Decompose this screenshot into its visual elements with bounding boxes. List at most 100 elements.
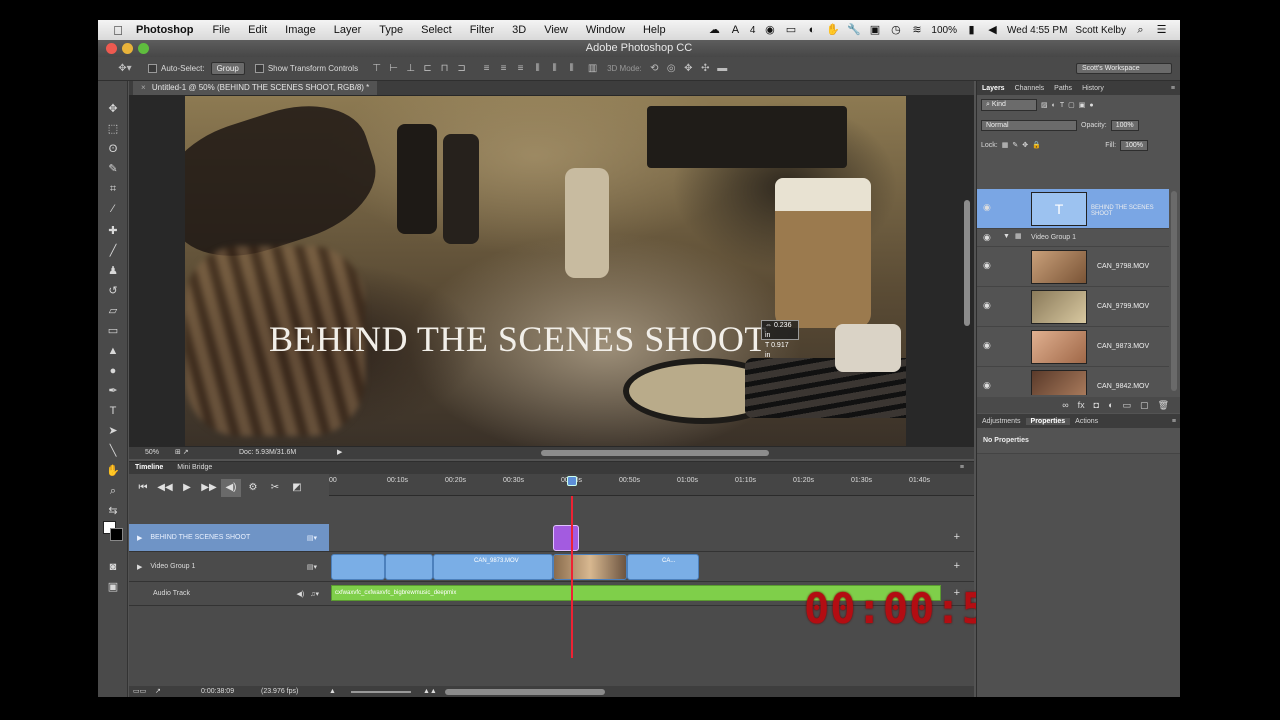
current-time[interactable]: 0:00:38:09 bbox=[201, 686, 234, 697]
timeline-horizontal-scrollbar[interactable] bbox=[445, 689, 605, 695]
volume-icon[interactable]: ◀ bbox=[986, 24, 999, 36]
color-wheel-icon[interactable]: ◐ bbox=[805, 24, 818, 36]
layer-style-icon[interactable]: fx bbox=[1078, 400, 1085, 410]
video-clip-4[interactable] bbox=[553, 554, 627, 580]
wifi-icon[interactable]: ≋ bbox=[910, 24, 923, 36]
zoom-tool-icon[interactable]: ⌕ bbox=[104, 483, 122, 499]
spotlight-search-icon[interactable]: ⌕ bbox=[1134, 24, 1147, 36]
mute-audio-icon[interactable]: ◀) bbox=[221, 479, 241, 497]
track-header-video-group[interactable]: ▶ Video Group 1 ▤▾ bbox=[129, 552, 329, 582]
menu-image[interactable]: Image bbox=[285, 24, 316, 36]
history-brush-tool-icon[interactable]: ↺ bbox=[104, 283, 122, 299]
close-document-icon[interactable]: × bbox=[141, 83, 146, 92]
apple-icon[interactable]:  bbox=[106, 23, 130, 38]
canvas-horizontal-scrollbar[interactable] bbox=[541, 450, 769, 456]
app-menu[interactable]: Photoshop bbox=[136, 24, 193, 36]
visibility-eye-icon[interactable]: ◉ bbox=[983, 260, 991, 271]
lasso-tool-icon[interactable]: ʘ bbox=[104, 141, 122, 157]
new-group-icon[interactable]: ▭ bbox=[1123, 400, 1132, 411]
blend-mode-dropdown[interactable]: Normal bbox=[981, 119, 1077, 131]
auto-align-icon[interactable]: ▥ bbox=[586, 63, 599, 75]
lock-all-icon[interactable]: 🔒 bbox=[1032, 141, 1041, 149]
marquee-tool-icon[interactable]: ⬚ bbox=[104, 121, 122, 137]
new-adjustment-icon[interactable]: ◐ bbox=[1108, 400, 1113, 410]
blur-tool-icon[interactable]: ▲ bbox=[104, 343, 122, 359]
align-hcenter-icon[interactable]: ⊓ bbox=[438, 63, 451, 75]
3d-rotate-icon[interactable]: ⟲ bbox=[648, 63, 661, 75]
distribute-bottom-icon[interactable]: ≡ bbox=[514, 63, 527, 75]
3d-slide-icon[interactable]: ✣ bbox=[699, 63, 712, 75]
status-icons[interactable]: ⊞ ↗ bbox=[175, 447, 189, 459]
visibility-eye-icon[interactable]: ◉ bbox=[983, 202, 991, 213]
wrench-icon[interactable]: 🔧 bbox=[847, 24, 861, 36]
airplay-icon[interactable]: ▣ bbox=[868, 24, 881, 36]
eraser-tool-icon[interactable]: ▱ bbox=[104, 303, 122, 319]
move-tool-icon[interactable]: ✥ bbox=[104, 101, 122, 117]
screen-mode-icon[interactable]: ▣ bbox=[104, 579, 122, 595]
workspace-dropdown[interactable]: Scott's Workspace bbox=[1076, 63, 1172, 74]
hand-tool-icon[interactable]: ✋ bbox=[104, 463, 122, 479]
align-vcenter-icon[interactable]: ⊢ bbox=[387, 63, 400, 75]
playhead-line[interactable] bbox=[571, 496, 573, 658]
document-image[interactable]: BEHIND THE SCENES SHOOT ⇔ 0.236 in T 0.9… bbox=[185, 96, 906, 446]
tab-channels[interactable]: Channels bbox=[1010, 85, 1050, 92]
menu-layer[interactable]: Layer bbox=[334, 24, 362, 36]
clone-stamp-tool-icon[interactable]: ♟ bbox=[104, 263, 122, 279]
tab-timeline[interactable]: Timeline bbox=[129, 464, 169, 471]
distribute-left-icon[interactable]: ⦀ bbox=[531, 63, 544, 75]
render-video-icon[interactable]: ▭▭ bbox=[133, 686, 146, 697]
filter-pixel-icon[interactable]: ▨ bbox=[1041, 101, 1048, 109]
menu-type[interactable]: Type bbox=[379, 24, 403, 36]
type-tool-icon[interactable]: T bbox=[104, 403, 122, 419]
video-clip-5[interactable]: CA... bbox=[627, 554, 699, 580]
menu-edit[interactable]: Edit bbox=[248, 24, 267, 36]
visibility-eye-icon[interactable]: ◉ bbox=[983, 232, 991, 243]
distribute-vcenter-icon[interactable]: ≡ bbox=[497, 63, 510, 75]
brush-tool-icon[interactable]: ╱ bbox=[104, 243, 122, 259]
status-menu-arrow-icon[interactable]: ▶ bbox=[337, 447, 342, 459]
layers-panel-menu-icon[interactable]: ≡ bbox=[1166, 85, 1180, 92]
distribute-right-icon[interactable]: ⦀ bbox=[565, 63, 578, 75]
background-color-swatch[interactable] bbox=[110, 528, 123, 541]
link-layers-icon[interactable]: ∞ bbox=[1062, 400, 1068, 410]
screen-icon[interactable]: ▭ bbox=[784, 24, 797, 36]
filter-toggle-icon[interactable]: ● bbox=[1089, 102, 1093, 109]
tab-layers[interactable]: Layers bbox=[977, 85, 1010, 92]
clock-icon[interactable]: ◷ bbox=[889, 24, 902, 36]
visibility-eye-icon[interactable]: ◉ bbox=[983, 380, 991, 391]
menu-3d[interactable]: 3D bbox=[512, 24, 526, 36]
add-mask-icon[interactable]: ◘ bbox=[1094, 400, 1099, 410]
zoom-level[interactable]: 50% bbox=[145, 447, 159, 459]
expand-track-icon[interactable]: ▶ bbox=[137, 534, 142, 542]
doc-size[interactable]: Doc: 5.93M/31.6M bbox=[239, 447, 296, 459]
properties-panel-menu-icon[interactable]: ≡ bbox=[1167, 418, 1180, 425]
move-tool-preset-icon[interactable]: ✥▾ bbox=[112, 63, 138, 75]
track-body-video-group[interactable]: CAN_9873.MOV CA... + bbox=[329, 552, 974, 582]
canvas-vertical-scrollbar[interactable] bbox=[964, 200, 970, 326]
align-bottom-icon[interactable]: ⊥ bbox=[404, 63, 417, 75]
3d-scale-icon[interactable]: ▬ bbox=[716, 63, 729, 75]
layer-item-clip[interactable]: ◉ CAN_9873.MOV bbox=[977, 327, 1169, 367]
video-clip-1[interactable] bbox=[331, 554, 385, 580]
next-frame-icon[interactable]: ▶▶ bbox=[199, 479, 219, 497]
document-tab[interactable]: × Untitled-1 @ 50% (BEHIND THE SCENES SH… bbox=[133, 81, 378, 95]
layer-filter-dropdown[interactable]: ⌕ Kind bbox=[981, 99, 1037, 111]
audio-options-icon[interactable]: ♫▾ bbox=[310, 590, 319, 598]
line-tool-icon[interactable]: ╲ bbox=[104, 443, 122, 459]
menu-file[interactable]: File bbox=[212, 24, 230, 36]
layer-item-clip[interactable]: ◉ CAN_9799.MOV bbox=[977, 287, 1169, 327]
track-options-icon[interactable]: ▤▾ bbox=[307, 534, 317, 542]
distribute-top-icon[interactable]: ≡ bbox=[480, 63, 493, 75]
fill-field[interactable]: 100% bbox=[1120, 139, 1148, 151]
menu-filter[interactable]: Filter bbox=[470, 24, 494, 36]
auto-select-checkbox[interactable] bbox=[148, 64, 157, 73]
layers-scrollbar[interactable] bbox=[1171, 191, 1177, 391]
canvas-text-layer[interactable]: BEHIND THE SCENES SHOOT bbox=[269, 318, 829, 360]
list-icon[interactable]: ☰ bbox=[1155, 24, 1168, 36]
opacity-field[interactable]: 100% bbox=[1110, 119, 1139, 131]
align-top-icon[interactable]: ⊤ bbox=[370, 63, 383, 75]
show-transform-controls-checkbox[interactable] bbox=[254, 64, 264, 73]
layer-item-clip[interactable]: ◉ CAN_9798.MOV bbox=[977, 247, 1169, 287]
healing-brush-tool-icon[interactable]: ✚ bbox=[104, 223, 122, 239]
video-clip-2[interactable] bbox=[385, 554, 433, 580]
